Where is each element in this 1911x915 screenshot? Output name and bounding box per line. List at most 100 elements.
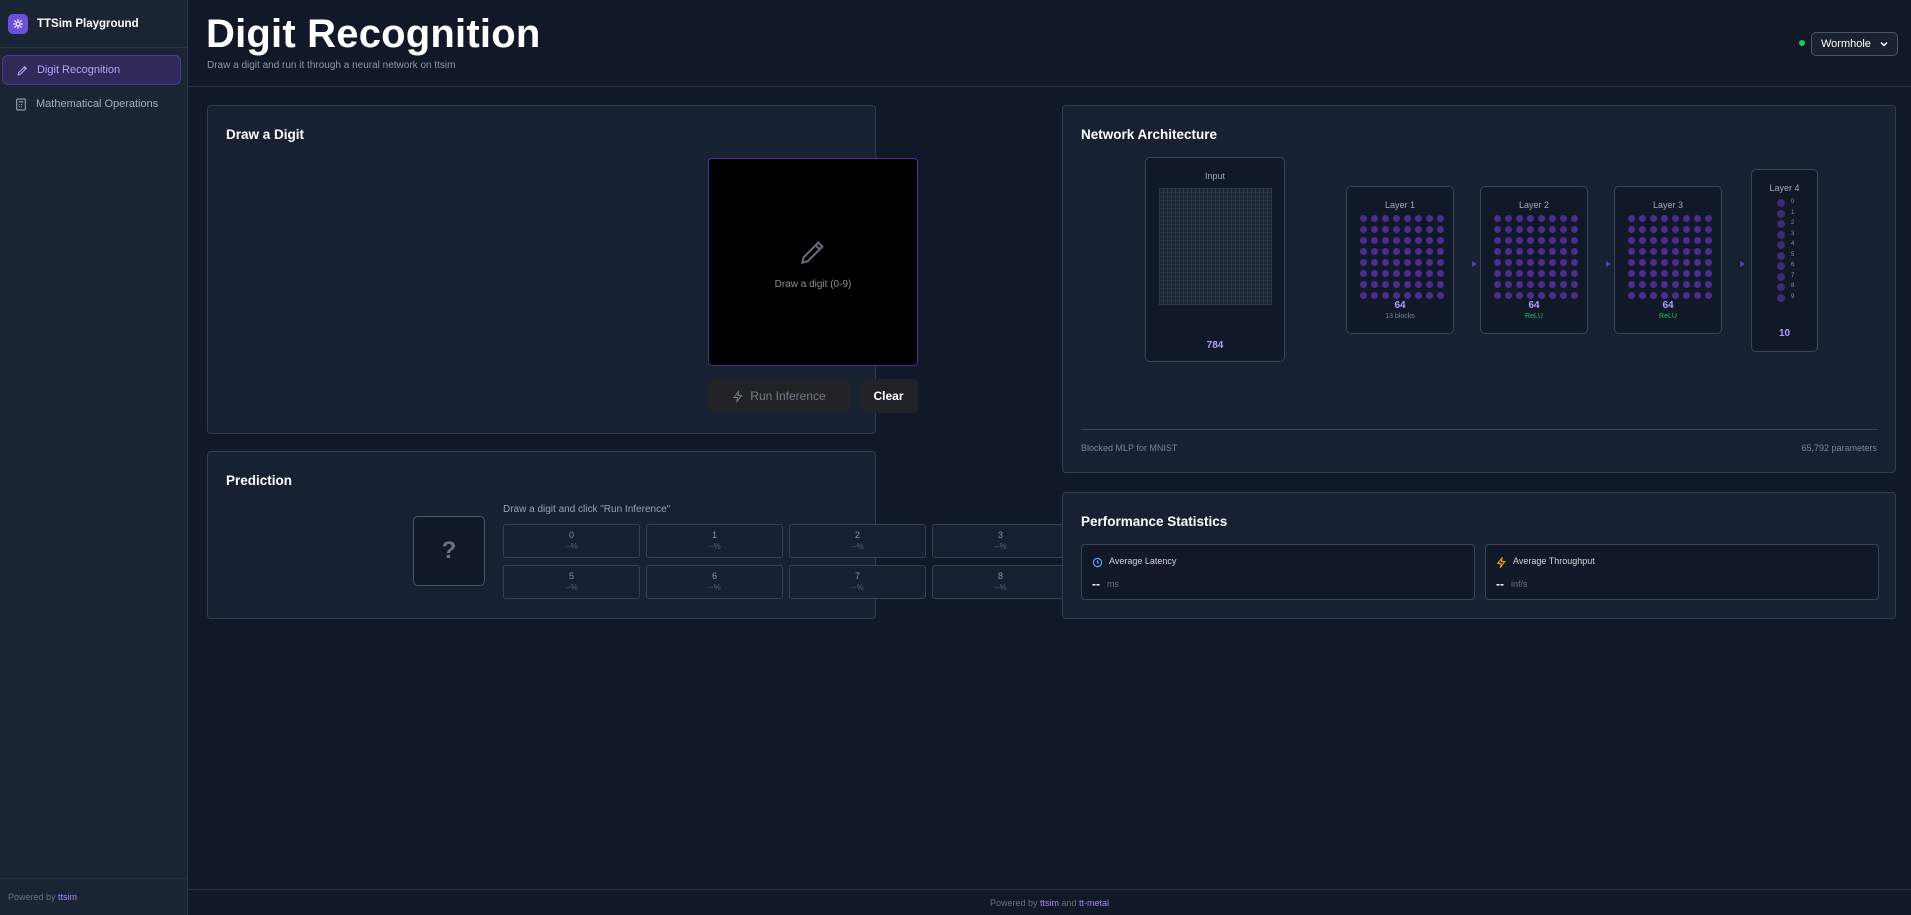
neuron-node bbox=[1494, 270, 1501, 277]
neuron-node bbox=[1404, 215, 1411, 222]
neuron-node bbox=[1360, 215, 1367, 222]
neuron-node bbox=[1437, 259, 1444, 266]
throughput-unit: inf/s bbox=[1511, 579, 1528, 589]
neuron-node bbox=[1527, 259, 1534, 266]
neuron-node bbox=[1538, 292, 1545, 299]
neuron-node bbox=[1437, 270, 1444, 277]
neuron-node bbox=[1393, 237, 1400, 244]
sidebar-item-digit-recognition[interactable]: Digit Recognition bbox=[2, 55, 181, 85]
neuron-node bbox=[1437, 226, 1444, 233]
tt-metal-link[interactable]: tt-metal bbox=[1079, 898, 1109, 908]
drawing-canvas[interactable]: Draw a digit (0-9) bbox=[708, 158, 918, 366]
latency-value: -- bbox=[1092, 577, 1100, 591]
calculator-icon bbox=[14, 97, 28, 111]
neuron-node bbox=[1404, 248, 1411, 255]
throughput-card: Average Throughput -- inf/s bbox=[1485, 544, 1879, 600]
neuron-node bbox=[1628, 237, 1635, 244]
output-node-label: 1 bbox=[1791, 209, 1795, 216]
sidebar-item-mathematical-operations[interactable]: Mathematical Operations bbox=[2, 89, 181, 119]
neuron-node bbox=[1694, 292, 1701, 299]
throughput-value: -- bbox=[1496, 577, 1504, 591]
neuron-node bbox=[1382, 237, 1389, 244]
output-node-label: 7 bbox=[1791, 272, 1795, 279]
neuron-node bbox=[1683, 248, 1690, 255]
neuron-node bbox=[1360, 226, 1367, 233]
output-node-label: 3 bbox=[1791, 230, 1795, 237]
neuron-node bbox=[1426, 215, 1433, 222]
neuron-node bbox=[1371, 226, 1378, 233]
ttsim-link[interactable]: ttsim bbox=[58, 892, 77, 902]
neuron-node bbox=[1705, 270, 1712, 277]
neuron-node bbox=[1571, 215, 1578, 222]
app-window: TTSim Playground Digit Recognition Mathe… bbox=[0, 0, 1911, 915]
neuron-node bbox=[1549, 270, 1556, 277]
output-node bbox=[1777, 272, 1785, 281]
neuron-node bbox=[1694, 237, 1701, 244]
run-inference-button[interactable]: Run Inference bbox=[708, 379, 850, 413]
neuron-node bbox=[1527, 237, 1534, 244]
main-content: Digit Recognition Draw a digit and run i… bbox=[188, 0, 1911, 915]
prediction-panel-title: Prediction bbox=[226, 473, 293, 488]
probability-cell: 5 --% bbox=[503, 565, 640, 599]
neuron-node bbox=[1650, 226, 1657, 233]
neuron-grid bbox=[1628, 215, 1712, 299]
draw-panel-title: Draw a Digit bbox=[226, 127, 305, 142]
neuron-node bbox=[1494, 292, 1501, 299]
neuron-node bbox=[1705, 237, 1712, 244]
output-node-label: 0 bbox=[1791, 199, 1795, 205]
neuron-node bbox=[1382, 215, 1389, 222]
neuron-node bbox=[1705, 259, 1712, 266]
neuron-node bbox=[1672, 281, 1679, 288]
neuron-node bbox=[1371, 270, 1378, 277]
neuron-node bbox=[1571, 292, 1578, 299]
layer-count: 64 bbox=[1528, 300, 1540, 311]
neuron-node bbox=[1661, 259, 1668, 266]
neuron-node bbox=[1494, 248, 1501, 255]
output-node-label: 5 bbox=[1791, 251, 1795, 258]
output-node bbox=[1777, 293, 1785, 302]
neuron-node bbox=[1694, 259, 1701, 266]
neuron-node bbox=[1560, 292, 1567, 299]
neuron-node bbox=[1360, 237, 1367, 244]
neuron-node bbox=[1683, 259, 1690, 266]
neuron-node bbox=[1393, 226, 1400, 233]
neuron-node bbox=[1705, 292, 1712, 299]
neuron-node bbox=[1382, 226, 1389, 233]
predicted-digit: ? bbox=[413, 516, 485, 586]
neuron-node bbox=[1672, 215, 1679, 222]
clock-icon bbox=[1092, 555, 1103, 573]
device-select[interactable]: Wormhole bbox=[1811, 32, 1898, 56]
neuron-node bbox=[1683, 237, 1690, 244]
output-node-label: 8 bbox=[1791, 283, 1795, 289]
ttsim-link[interactable]: ttsim bbox=[1040, 898, 1059, 908]
latency-card: Average Latency -- ms bbox=[1081, 544, 1475, 600]
neuron-node bbox=[1639, 215, 1646, 222]
neuron-node bbox=[1549, 281, 1556, 288]
neuron-node bbox=[1538, 226, 1545, 233]
output-node bbox=[1777, 251, 1785, 260]
neuron-node bbox=[1694, 226, 1701, 233]
neuron-node bbox=[1650, 270, 1657, 277]
neuron-node bbox=[1437, 292, 1444, 299]
brand: TTSim Playground bbox=[0, 0, 187, 48]
clear-button[interactable]: Clear bbox=[859, 379, 918, 413]
layer-sub: 13 blocks bbox=[1385, 313, 1415, 320]
status-indicator bbox=[1799, 40, 1805, 46]
probability-cell: 3 --% bbox=[932, 524, 1069, 558]
network-panel: Network Architecture Input 784 Layer 1 6… bbox=[1062, 105, 1896, 473]
neuron-node bbox=[1549, 248, 1556, 255]
neuron-node bbox=[1494, 259, 1501, 266]
neuron-node bbox=[1437, 281, 1444, 288]
output-node-label: 9 bbox=[1791, 293, 1795, 300]
output-count: 10 bbox=[1778, 328, 1791, 339]
probability-cell: 1 --% bbox=[646, 524, 783, 558]
neuron-node bbox=[1560, 259, 1567, 266]
neuron-node bbox=[1393, 215, 1400, 222]
output-node bbox=[1777, 230, 1785, 239]
neuron-node bbox=[1538, 281, 1545, 288]
neuron-node bbox=[1382, 281, 1389, 288]
sidebar-item-label: Digit Recognition bbox=[37, 64, 121, 76]
neuron-node bbox=[1639, 259, 1646, 266]
output-node bbox=[1777, 220, 1785, 228]
neuron-node bbox=[1494, 215, 1501, 222]
